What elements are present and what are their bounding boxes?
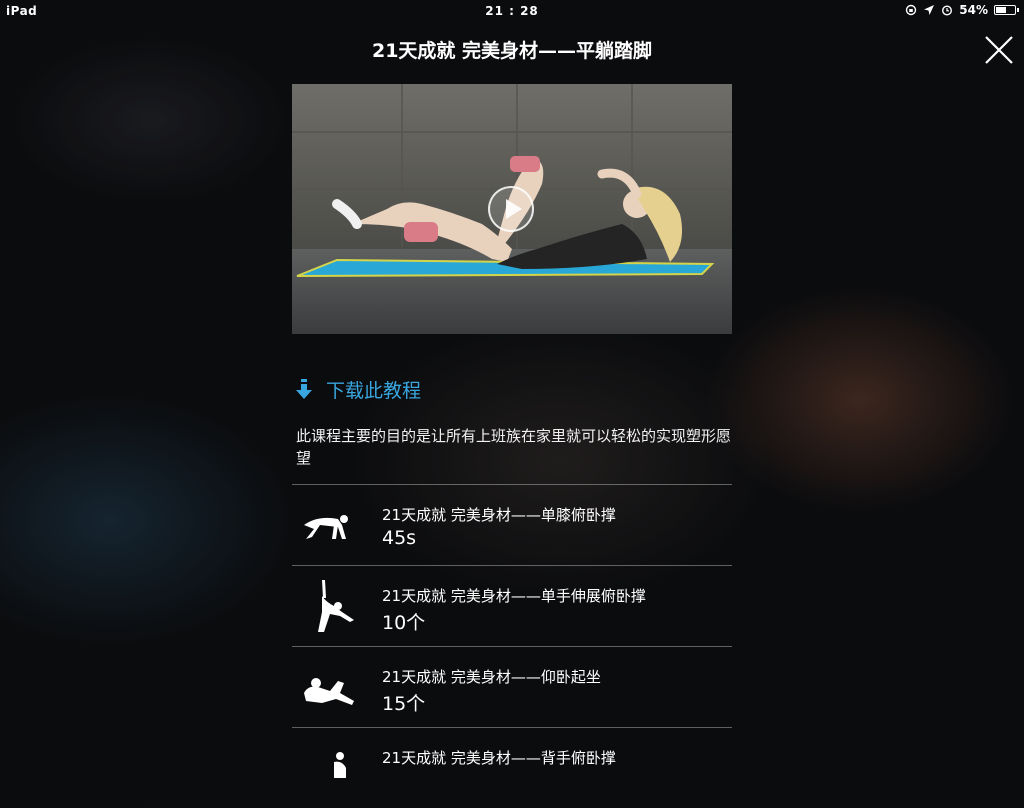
clock: 21 : 28 [485, 4, 539, 18]
battery-percent: 54% [959, 3, 988, 17]
close-button[interactable] [982, 33, 1016, 67]
back-pushup-icon [334, 752, 346, 778]
situp-icon [304, 678, 354, 705]
exercise-item[interactable]: 21天成就 完美身材——仰卧起坐 15个 [292, 646, 732, 727]
download-tutorial-button[interactable]: 下载此教程 [296, 376, 421, 403]
play-icon[interactable] [488, 186, 534, 232]
exercise-value: 45s [382, 527, 417, 549]
exercise-item[interactable]: 21天成就 完美身材——单膝俯卧撑 45s [292, 484, 732, 565]
exercise-value: 15个 [382, 693, 426, 715]
exercise-title: 21天成就 完美身材——单膝俯卧撑 [382, 506, 616, 524]
rotation-lock-icon [905, 4, 917, 16]
video-player[interactable] [292, 84, 732, 334]
page-title: 21天成就 完美身材——平躺踏脚 [371, 40, 653, 62]
exercise-value: 10个 [382, 612, 426, 634]
exercise-list: 21天成就 完美身材——单膝俯卧撑 45s 21天成就 完美身材——单手伸展俯卧… [292, 484, 732, 808]
kneeling-pushup-icon [304, 515, 348, 539]
close-icon [985, 36, 1013, 64]
download-label: 下载此教程 [326, 380, 422, 402]
status-bar: iPad 21 : 28 54% [0, 0, 1024, 22]
battery-icon [994, 5, 1019, 15]
exercise-title: 21天成就 完美身材——单手伸展俯卧撑 [382, 587, 646, 605]
course-description: 此课程主要的目的是让所有上班族在家里就可以轻松的实现塑形愿望 [296, 427, 732, 467]
download-arrow-icon [296, 378, 312, 399]
status-icons: 54% [905, 3, 1019, 17]
location-arrow-icon [923, 4, 935, 16]
exercise-title: 21天成就 完美身材——背手俯卧撑 [382, 749, 616, 767]
exercise-item[interactable]: 21天成就 完美身材——单手伸展俯卧撑 10个 [292, 565, 732, 646]
exercise-title: 21天成就 完美身材——仰卧起坐 [382, 668, 601, 686]
alarm-icon [941, 4, 953, 16]
battery-level [996, 7, 1006, 13]
side-plank-reach-icon [318, 580, 354, 632]
